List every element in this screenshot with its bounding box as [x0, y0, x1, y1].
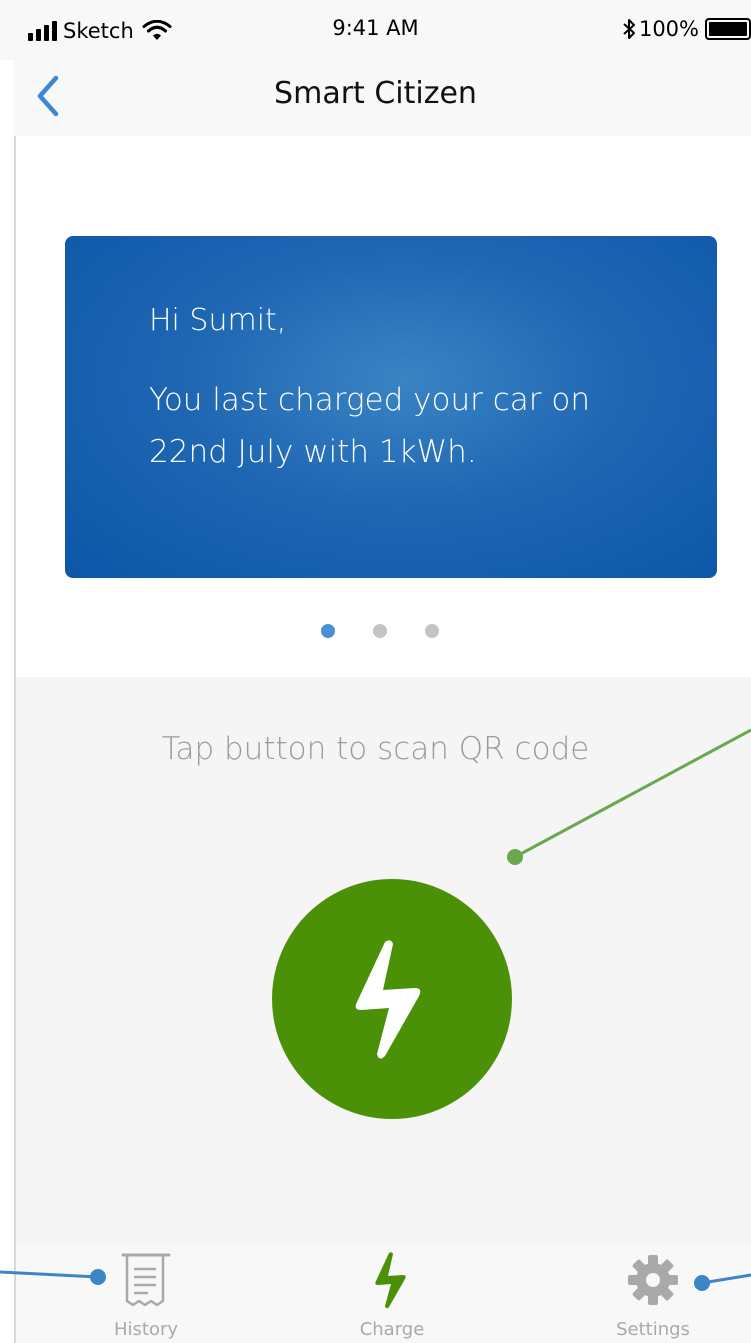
- page-dot-3[interactable]: [424, 624, 439, 638]
- bluetooth-icon: [623, 19, 635, 39]
- card-greeting: Hi Sumit,: [149, 303, 287, 338]
- scan-hint: Tap button to scan QR code: [161, 731, 590, 767]
- card-message: You last charged your car on 22nd July w…: [149, 382, 590, 470]
- tab-charge[interactable]: Charge: [312, 1249, 472, 1340]
- navigation-bar: Smart Citizen: [14, 60, 751, 136]
- receipt-icon: [121, 1253, 171, 1307]
- tab-history-label: History: [113, 1319, 179, 1340]
- lightning-bolt-icon: [375, 1252, 406, 1309]
- page-dot-1[interactable]: [320, 624, 335, 638]
- scan-area: Tap button to scan QR code: [16, 677, 751, 1245]
- tab-settings[interactable]: Settings: [573, 1249, 733, 1340]
- battery-icon: [705, 18, 751, 40]
- page-dot-2[interactable]: [372, 624, 387, 638]
- status-right: 100%: [621, 14, 751, 44]
- page-title: Smart Citizen: [274, 76, 477, 111]
- info-card[interactable]: Hi Sumit, You last charged your car on 2…: [65, 236, 717, 578]
- status-bar: Sketch 9:41 AM 100%: [0, 0, 751, 60]
- tab-bar: History Charge Settings: [16, 1245, 751, 1343]
- page-indicator: [0, 624, 751, 638]
- scan-charge-button[interactable]: [272, 879, 512, 1119]
- lightning-bolt-icon: [355, 940, 421, 1059]
- gear-icon: [628, 1255, 678, 1305]
- tab-history[interactable]: History: [66, 1249, 226, 1340]
- tab-settings-label: Settings: [616, 1319, 690, 1340]
- tab-charge-label: Charge: [359, 1319, 425, 1340]
- battery-percent: 100%: [638, 17, 699, 41]
